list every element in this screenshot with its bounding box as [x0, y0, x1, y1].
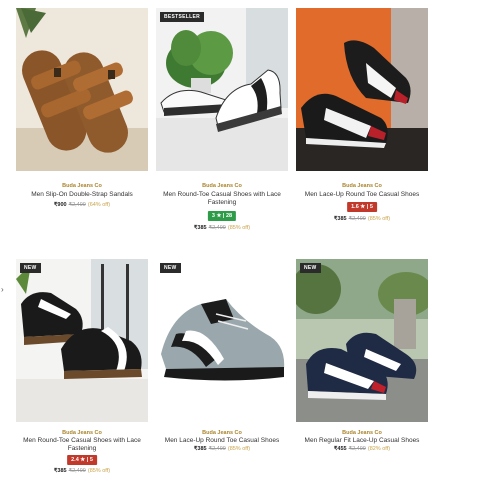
product-card[interactable]: NEW Buda Jeans Co Men Round-Toe Casual S… [16, 259, 148, 479]
product-card[interactable]: NEW Buda Jeans Co Men Regular Fit Lace-U… [296, 259, 428, 459]
product-image-lace-up-shoes[interactable] [296, 8, 428, 171]
price-row: ₹455 ₹2,499 (82% off) [296, 446, 428, 452]
new-badge: NEW [20, 263, 41, 273]
product-discount: (82% off) [367, 446, 391, 452]
product-price: ₹455 [333, 446, 347, 452]
product-image-grey-sneaker[interactable]: NEW [156, 259, 288, 422]
new-badge: NEW [300, 263, 321, 273]
product-discount: (85% off) [227, 225, 251, 231]
product-mrp: ₹2,499 [68, 202, 86, 208]
price-row: ₹900 ₹2,499 (64% off) [16, 202, 148, 208]
product-brand: Buda Jeans Co [62, 183, 102, 189]
product-discount: (85% off) [227, 446, 251, 452]
edge-scroll-arrow[interactable]: › [1, 285, 4, 294]
product-mrp: ₹2,499 [208, 225, 226, 231]
new-badge: NEW [160, 263, 181, 273]
price-row: ₹385 ₹2,499 (85% off) [16, 468, 148, 474]
product-name[interactable]: Men Lace-Up Round Toe Casual Shoes [156, 437, 288, 445]
product-brand: Buda Jeans Co [342, 183, 382, 189]
price-row: ₹385 ₹2,499 (85% off) [156, 225, 288, 231]
product-name[interactable]: Men Round-Toe Casual Shoes with Lace Fas… [156, 191, 288, 207]
rating-badge: 2.4 ★ | 5 [67, 455, 97, 465]
product-mrp: ₹2,499 [348, 446, 366, 452]
product-mrp: ₹2,499 [208, 446, 226, 452]
rating-badge: 3 ★ | 28 [207, 211, 237, 221]
product-card[interactable]: BESTSELLER Buda Jeans Co Men Round-Toe C… [156, 8, 288, 233]
product-mrp: ₹2,499 [68, 468, 86, 474]
product-card[interactable]: NEW Buda Jeans Co Men Lace-Up Round Toe … [156, 259, 288, 459]
product-price: ₹900 [53, 202, 67, 208]
product-name[interactable]: Men Lace-Up Round Toe Casual Shoes [296, 191, 428, 199]
product-discount: (85% off) [367, 216, 391, 222]
product-image-casual-shoes[interactable]: NEW [16, 259, 148, 422]
product-card[interactable]: Buda Jeans Co Men Lace-Up Round Toe Casu… [296, 8, 428, 223]
product-discount: (85% off) [87, 468, 111, 474]
product-price: ₹385 [333, 216, 347, 222]
product-brand: Buda Jeans Co [342, 430, 382, 436]
product-brand: Buda Jeans Co [202, 183, 242, 189]
product-image-casual-shoes[interactable]: BESTSELLER [156, 8, 288, 171]
product-price: ₹385 [193, 446, 207, 452]
price-row: ₹385 ₹2,499 (85% off) [156, 446, 288, 452]
rating-badge: 1.6 ★ | 5 [347, 202, 377, 212]
product-price: ₹385 [193, 225, 207, 231]
product-name[interactable]: Men Regular Fit Lace-Up Casual Shoes [296, 437, 428, 445]
product-name[interactable]: Men Round-Toe Casual Shoes with Lace Fas… [16, 437, 148, 453]
product-brand: Buda Jeans Co [62, 430, 102, 436]
product-name[interactable]: Men Slip-On Double-Strap Sandals [16, 191, 148, 199]
product-price: ₹385 [53, 468, 67, 474]
product-mrp: ₹2,499 [348, 216, 366, 222]
product-discount: (64% off) [87, 202, 111, 208]
product-card[interactable]: Buda Jeans Co Men Slip-On Double-Strap S… [16, 8, 148, 213]
product-image-sandals[interactable] [16, 8, 148, 171]
price-row: ₹385 ₹2,499 (85% off) [296, 216, 428, 222]
product-image-navy-sneakers[interactable]: NEW [296, 259, 428, 422]
product-brand: Buda Jeans Co [202, 430, 242, 436]
bestseller-badge: BESTSELLER [160, 12, 205, 22]
